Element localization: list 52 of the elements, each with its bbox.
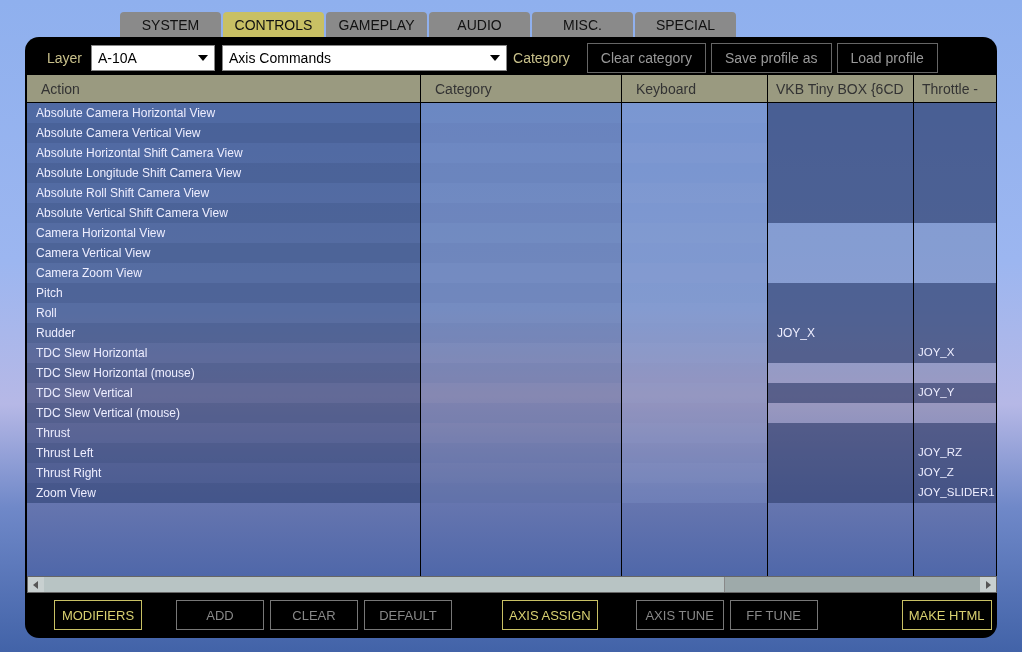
action-button[interactable]: MAKE HTML [901, 600, 992, 630]
table-cell: JOY_X [914, 343, 997, 363]
layer-dropdown[interactable]: A-10A [91, 45, 216, 71]
table-cell: Thrust Right [27, 463, 421, 483]
tab[interactable]: CONTROLS [223, 12, 324, 37]
table-cell: JOY_Y [914, 383, 997, 403]
tab[interactable]: SYSTEM [120, 12, 221, 37]
table-cell: Absolute Longitude Shift Camera View [27, 163, 421, 183]
toolbar-button[interactable]: Clear category [586, 43, 706, 73]
table-cell: JOY_RZ [914, 443, 997, 463]
column-header[interactable]: Category [421, 75, 622, 103]
table-cell: Absolute Camera Vertical View [27, 123, 421, 143]
table-cell: JOY_SLIDER1 [914, 483, 997, 503]
table-cell: TDC Slew Horizontal [27, 343, 421, 363]
table-cell: Absolute Camera Horizontal View [27, 103, 421, 123]
table-cell: Camera Horizontal View [27, 223, 421, 243]
action-button[interactable]: AXIS ASSIGN [502, 600, 598, 630]
column-header[interactable]: VKB Tiny BOX {6CD [768, 75, 914, 103]
table-cell: Thrust [27, 423, 421, 443]
caret-icon [490, 55, 501, 61]
table-cell: Rudder [27, 323, 421, 343]
table-cell: Absolute Horizontal Shift Camera View [27, 143, 421, 163]
column-header[interactable]: Throttle - [914, 75, 997, 103]
tab[interactable]: GAMEPLAY [326, 12, 427, 37]
category-label: Category [513, 50, 570, 66]
table-cell: TDC Slew Vertical [27, 383, 421, 403]
action-button[interactable]: MODIFIERS [54, 600, 142, 630]
horizontal-scrollbar[interactable] [27, 576, 997, 593]
table-cell: Zoom View [27, 483, 421, 503]
table-cell: Pitch [27, 283, 421, 303]
table-cell: TDC Slew Vertical (mouse) [27, 403, 421, 423]
table-cell: TDC Slew Horizontal (mouse) [27, 363, 421, 383]
table-cell: JOY_X [768, 323, 914, 343]
table-cell: Camera Vertical View [27, 243, 421, 263]
tab[interactable]: SPECIAL [635, 12, 736, 37]
table-cell: Absolute Vertical Shift Camera View [27, 203, 421, 223]
tab[interactable]: AUDIO [429, 12, 530, 37]
caret-icon [198, 55, 209, 61]
layer-label: Layer [47, 50, 83, 66]
table-cell: Roll [27, 303, 421, 323]
column-header[interactable]: Keyboard [622, 75, 768, 103]
right-arrow-icon[interactable] [985, 580, 991, 589]
table-cell: Camera Zoom View [27, 263, 421, 283]
category-dropdown[interactable]: Axis Commands [222, 45, 508, 71]
column-header[interactable]: Action [27, 75, 421, 103]
toolbar-button[interactable]: Save profile as [710, 43, 832, 73]
tab[interactable]: MISC. [532, 12, 633, 37]
toolbar-button[interactable]: Load profile [836, 43, 938, 73]
table-cell: Thrust Left [27, 443, 421, 463]
table-cell: JOY_Z [914, 463, 997, 483]
left-arrow-icon[interactable] [33, 580, 39, 589]
table-cell: Absolute Roll Shift Camera View [27, 183, 421, 203]
